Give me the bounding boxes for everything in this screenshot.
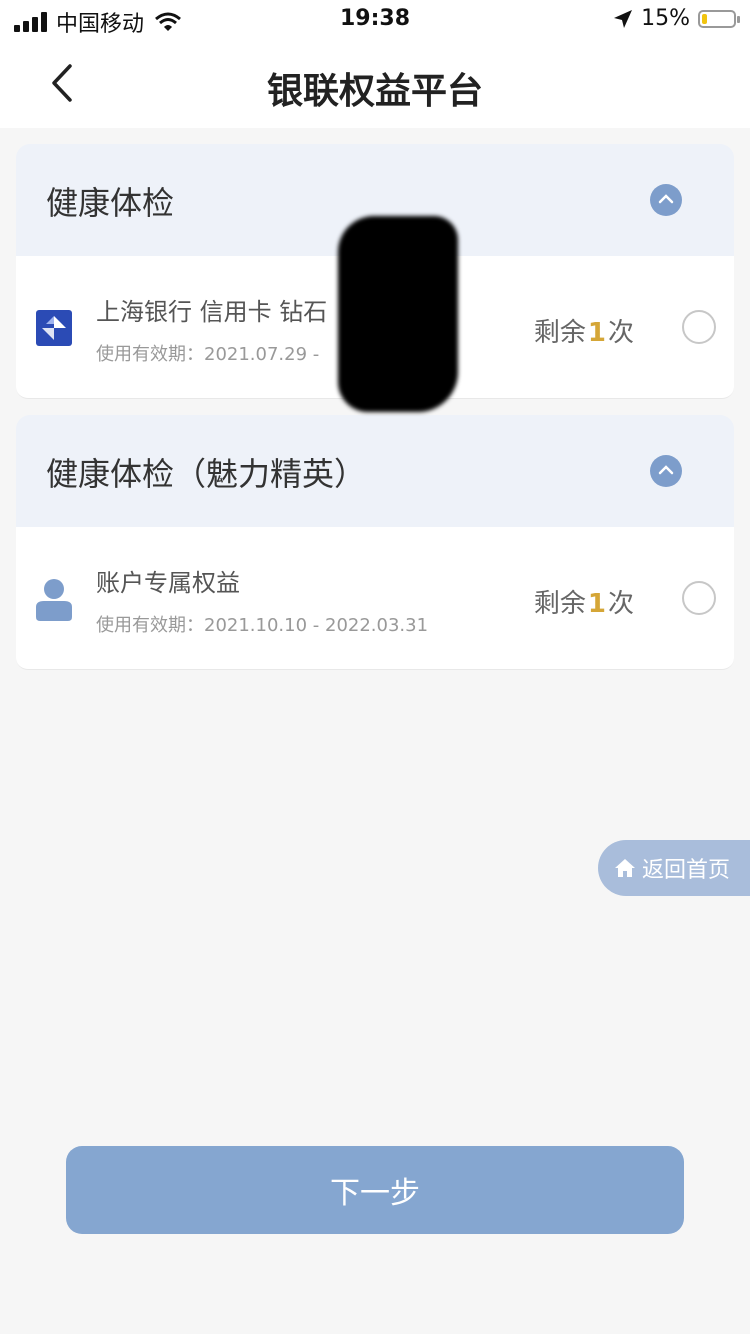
bank-logo-icon <box>36 310 72 346</box>
next-step-button[interactable]: 下一步 <box>66 1146 684 1234</box>
battery-percent: 15% <box>641 6 690 31</box>
item-validity: 使用有效期：2021.10.10 - 2022.03.31 <box>96 615 429 636</box>
item-name: 账户专属权益 <box>96 569 240 597</box>
user-icon <box>36 579 72 621</box>
page-title: 银联权益平台 <box>266 71 483 112</box>
remain-count: 1 <box>587 318 606 348</box>
remain-count: 1 <box>587 589 606 619</box>
remain-suffix: 次 <box>607 318 634 348</box>
remain-suffix: 次 <box>607 589 634 619</box>
remain-prefix: 剩余 <box>533 589 586 619</box>
section-header-health-check-elite[interactable]: 健康体检（魅力精英） <box>16 415 734 527</box>
home-icon <box>615 859 635 877</box>
item-validity: 使用有效期：2021.07.29 - <box>96 344 320 365</box>
section-title: 健康体检（魅力精英） <box>46 455 367 493</box>
item-name: 上海银行 信用卡 钻石 <box>96 298 328 326</box>
select-radio[interactable] <box>682 581 716 615</box>
next-step-label: 下一步 <box>330 1176 420 1211</box>
battery-icon <box>698 9 740 28</box>
collapse-button[interactable] <box>650 184 682 216</box>
return-home-label: 返回首页 <box>642 858 731 883</box>
select-radio[interactable] <box>682 310 716 344</box>
section-title: 健康体检 <box>46 184 175 222</box>
return-home-button[interactable]: 返回首页 <box>598 840 750 896</box>
remain-prefix: 剩余 <box>533 318 586 348</box>
collapse-button[interactable] <box>650 455 682 487</box>
status-bar: 中国移动 19:38 15% <box>0 0 750 40</box>
remaining-count: 剩余1次 <box>534 583 634 620</box>
battery-level <box>702 13 707 24</box>
location-arrow-icon <box>614 9 633 28</box>
remaining-count: 剩余1次 <box>534 312 634 349</box>
status-right: 15% <box>613 6 740 31</box>
redaction-mark <box>338 216 458 412</box>
nav-bar: 银联权益平台 <box>0 40 750 128</box>
chevron-up-icon <box>658 465 674 475</box>
benefit-item[interactable]: 账户专属权益 使用有效期：2021.10.10 - 2022.03.31 剩余1… <box>16 527 734 670</box>
chevron-up-icon <box>658 194 674 204</box>
